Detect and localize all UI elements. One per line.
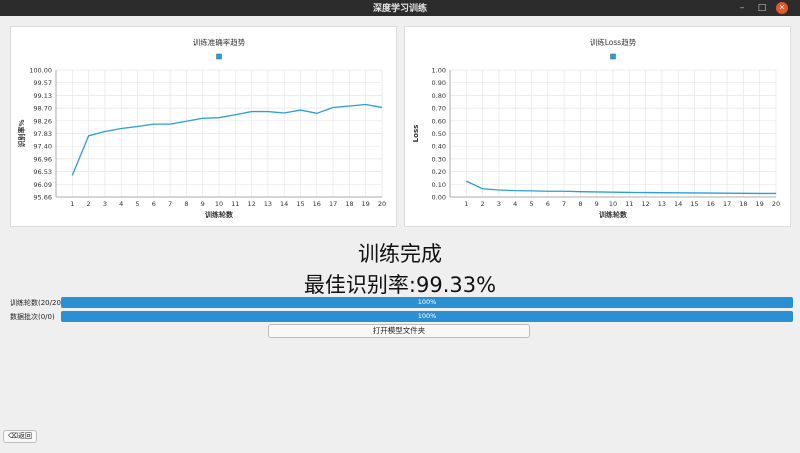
accuracy-x-tick-label: 12: [247, 200, 255, 208]
loss-legend-marker: [610, 53, 616, 60]
accuracy-x-tick-label: 11: [231, 200, 239, 208]
accuracy-y-tick-label: 96.96: [33, 155, 52, 163]
accuracy-x-tick-label: 17: [329, 200, 337, 208]
back-button[interactable]: ⌫返回: [3, 430, 37, 443]
loss-y-tick-label: 0.70: [432, 105, 446, 113]
loss-x-tick-label: 15: [690, 200, 698, 208]
loss-y-tick-label: 0.40: [432, 143, 446, 151]
accuracy-x-tick-label: 20: [378, 200, 386, 208]
accuracy-x-tick-label: 2: [87, 200, 91, 208]
loss-y-tick-label: 0.00: [432, 194, 446, 202]
accuracy-x-tick-label: 13: [264, 200, 272, 208]
accuracy-y-axis-label: 识别率%: [17, 119, 26, 147]
loss-x-tick-label: 4: [513, 200, 517, 208]
accuracy-x-tick-label: 4: [119, 200, 123, 208]
loss-y-tick-label: 0.60: [432, 117, 446, 125]
accuracy-x-tick-label: 8: [184, 200, 188, 208]
accuracy-x-tick-label: 19: [362, 200, 370, 208]
loss-x-tick-label: 20: [772, 200, 780, 208]
accuracy-x-tick-label: 15: [296, 200, 304, 208]
accuracy-x-tick-label: 1: [70, 200, 74, 208]
accuracy-y-tick-label: 96.09: [33, 181, 52, 189]
loss-y-tick-label: 0.10: [432, 181, 446, 189]
accuracy-legend-marker: [216, 53, 222, 60]
loss-y-axis-label: Loss: [412, 125, 420, 143]
loss-x-tick-label: 5: [529, 200, 533, 208]
accuracy-y-tick-label: 96.53: [33, 168, 52, 176]
accuracy-x-tick-label: 18: [345, 200, 353, 208]
accuracy-y-tick-label: 97.83: [33, 130, 52, 138]
training-complete-heading: 训练完成: [358, 242, 442, 266]
maximize-button[interactable]: □: [756, 2, 768, 14]
loss-y-tick-label: 0.90: [432, 79, 446, 87]
accuracy-x-tick-label: 7: [168, 200, 172, 208]
loss-chart: 0.00 0.10 0.20 0.30 0.40 0.50 0.60 0.70 0.80 0.90…: [412, 37, 780, 219]
loss-x-tick-label: 18: [739, 200, 747, 208]
loss-x-tick-label: 12: [641, 200, 649, 208]
accuracy-chart-title: 训练准确率趋势: [193, 37, 246, 47]
accuracy-y-tick-label: 98.26: [33, 117, 52, 125]
loss-y-tick-label: 0.20: [432, 168, 446, 176]
accuracy-y-tick-label: 97.40: [33, 143, 52, 151]
batch-progress-bar: 100%: [61, 311, 793, 322]
accuracy-x-axis-label: 训练轮数: [205, 210, 234, 219]
loss-x-axis-label: 训练轮数: [599, 210, 628, 219]
accuracy-chart: 95.66 96.09 96.53 96.96 97.40 97.83 98.26 98.70…: [17, 37, 386, 219]
accuracy-y-tick-label: 98.70: [33, 105, 52, 113]
accuracy-series-line: [71, 103, 383, 176]
epoch-progress-bar: 100%: [61, 297, 793, 308]
accuracy-x-tick-label: 14: [280, 200, 288, 208]
epoch-progress-text: 100%: [417, 298, 437, 306]
loss-chart-title: 训练Loss趋势: [590, 37, 637, 47]
accuracy-y-tick-label: 100.00: [29, 67, 52, 75]
loss-x-tick-label: 1: [464, 200, 468, 208]
title-bar: 深度学习训练 – □ ✕: [0, 0, 800, 16]
accuracy-x-tick-label: 6: [152, 200, 156, 208]
best-rate-heading: 最佳识别率:99.33%: [303, 273, 497, 297]
loss-y-tick-label: 0.50: [432, 130, 446, 138]
loss-x-tick-label: 17: [723, 200, 731, 208]
accuracy-x-tick-label: 9: [201, 200, 205, 208]
loss-x-tick-label: 16: [707, 200, 715, 208]
loss-y-tick-label: 0.30: [432, 155, 446, 163]
loss-x-tick-label: 3: [497, 200, 501, 208]
epoch-progress-label: 训练轮数(20/20): [10, 299, 64, 307]
batch-progress-label: 数据批次(0/0): [10, 313, 55, 321]
loss-series-line: [466, 180, 776, 195]
loss-chart-panel: 0.00 0.10 0.20 0.30 0.40 0.50 0.60 0.70 0.80 0.90…: [404, 26, 791, 227]
loss-x-tick-label: 7: [562, 200, 566, 208]
accuracy-x-tick-label: 16: [313, 200, 321, 208]
loss-x-tick-label: 9: [595, 200, 599, 208]
loss-y-tick-label: 0.80: [432, 92, 446, 100]
loss-x-tick-label: 6: [546, 200, 550, 208]
window-title: 深度学习训练: [372, 4, 427, 14]
accuracy-y-tick-label: 99.13: [33, 92, 52, 100]
loss-x-tick-label: 19: [756, 200, 764, 208]
loss-x-tick-label: 8: [578, 200, 582, 208]
accuracy-x-tick-label: 10: [215, 200, 223, 208]
loss-x-tick-label: 2: [481, 200, 485, 208]
close-button[interactable]: ✕: [776, 2, 788, 14]
open-model-folder-button[interactable]: 打开模型文件夹: [268, 324, 530, 338]
loss-y-tick-label: 1.00: [432, 67, 446, 75]
loss-x-tick-label: 14: [674, 200, 682, 208]
accuracy-y-tick-label: 99.57: [33, 79, 52, 87]
accuracy-y-tick-label: 95.66: [33, 194, 52, 202]
accuracy-x-tick-label: 3: [103, 200, 107, 208]
accuracy-x-tick-label: 5: [135, 200, 139, 208]
loss-x-tick-label: 10: [609, 200, 617, 208]
loss-x-tick-label: 11: [625, 200, 633, 208]
minimize-button[interactable]: –: [736, 2, 748, 14]
batch-progress-text: 100%: [417, 312, 437, 320]
loss-x-tick-label: 13: [658, 200, 666, 208]
accuracy-chart-panel: 95.66 96.09 96.53 96.96 97.40 97.83 98.26 98.70…: [10, 26, 397, 227]
